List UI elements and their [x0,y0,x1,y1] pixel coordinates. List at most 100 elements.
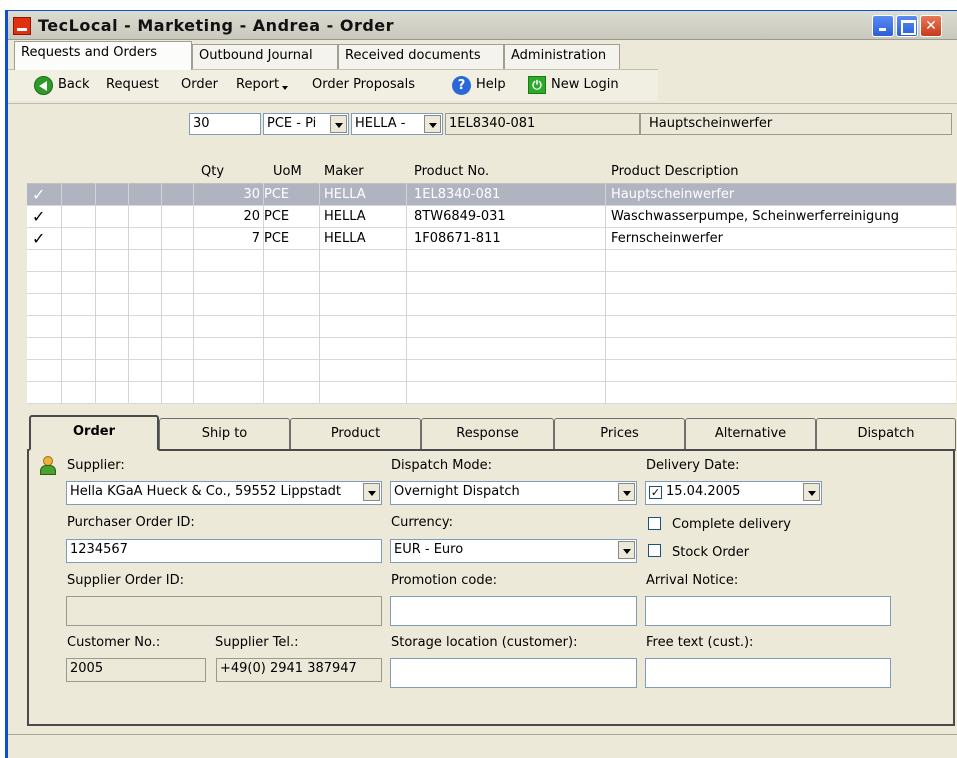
chevron-down-icon[interactable] [618,541,635,559]
chevron-down-icon[interactable] [803,483,820,501]
promotion-code-input[interactable] [390,596,637,626]
request-button[interactable]: Request [106,77,159,92]
delivery-date-picker[interactable]: ✓ 15.04.2005 [645,481,822,505]
checkmark-icon[interactable]: ✓ [32,185,45,204]
grid-divider [161,183,162,403]
tab-dispatch[interactable]: Dispatch [816,418,956,451]
main-tabbar: Requests and Orders Outbound Journal Rec… [8,41,957,70]
table-row[interactable] [27,382,956,404]
col-header-qty[interactable]: Qty [201,164,224,179]
checkmark-icon[interactable]: ✓ [32,207,45,226]
minimize-button[interactable] [872,15,894,37]
grid-divider [263,183,264,403]
maker-select[interactable]: HELLA - [351,113,443,135]
status-bar [8,734,957,758]
chevron-down-icon[interactable] [618,483,635,501]
tab-product[interactable]: Product [290,418,421,451]
grid-divider [406,183,407,403]
arrival-notice-input[interactable] [645,596,891,626]
table-row[interactable] [27,294,956,316]
tab-response[interactable]: Response [421,418,554,451]
col-header-uom[interactable]: UoM [273,164,302,179]
col-header-product-no[interactable]: Product No. [414,164,489,179]
col-header-description[interactable]: Product Description [611,164,739,179]
chevron-down-icon[interactable] [363,483,380,501]
table-row[interactable] [27,316,956,338]
storage-location-label: Storage location (customer): [391,635,578,650]
row-uom: PCE [264,231,290,246]
uom-select[interactable]: PCE - Pi [263,113,349,135]
table-row[interactable]: ✓ 20 PCE HELLA 8TW6849-031 Waschwasserpu… [27,206,956,228]
tab-outbound-journal[interactable]: Outbound Journal [192,44,338,69]
report-menu[interactable]: Report [236,77,289,92]
tab-administration[interactable]: Administration [504,44,620,69]
row-product-no: 8TW6849-031 [414,209,506,224]
order-button[interactable]: Order [181,77,218,92]
table-row[interactable]: ✓ 7 PCE HELLA 1F08671-811 Fernscheinwerf… [27,228,956,250]
currency-label: Currency: [391,515,454,530]
report-label: Report [236,77,280,92]
row-description: Hauptscheinwerfer [611,187,735,202]
table-row[interactable] [27,360,956,382]
supplier-select-value: Hella KGaA Hueck & Co., 59552 Lippstadt [70,484,342,499]
new-login-button[interactable]: New Login [551,77,619,92]
chevron-down-icon[interactable] [424,115,441,133]
grid-divider [193,183,194,403]
row-maker: HELLA [324,231,366,246]
help-button[interactable]: Help [476,77,506,92]
free-text-label: Free text (cust.): [646,635,754,650]
dispatch-mode-select-value: Overnight Dispatch [394,484,520,499]
close-button[interactable]: ✕ [920,15,942,37]
promotion-code-label: Promotion code: [391,573,498,588]
delivery-date-checkbox[interactable]: ✓ [649,486,662,499]
table-row[interactable]: ✓ 30 PCE HELLA 1EL8340-081 Hauptscheinwe… [27,184,956,206]
back-button[interactable]: Back [58,77,90,92]
currency-select-value: EUR - Euro [394,542,464,557]
table-row[interactable] [27,250,956,272]
title-bar[interactable]: TecLocal - Marketing - Andrea - Order ✕ [8,11,957,40]
row-description: Waschwasserpumpe, Scheinwerferreinigung [611,209,899,224]
tab-ship-to[interactable]: Ship to [159,418,290,451]
free-text-input[interactable] [645,658,891,688]
row-maker: HELLA [324,209,366,224]
purchaser-order-id-input[interactable]: 1234567 [66,539,382,563]
tab-order[interactable]: Order [29,415,159,451]
grid-divider [128,183,129,403]
tab-alternative[interactable]: Alternative [685,418,816,451]
tab-prices[interactable]: Prices [554,418,685,451]
order-proposals-button[interactable]: Order Proposals [312,77,415,92]
row-qty: 30 [243,187,260,202]
row-description: Fernscheinwerfer [611,231,724,246]
supplier-label: Supplier: [67,458,125,473]
arrival-notice-label: Arrival Notice: [646,573,739,588]
complete-delivery-checkbox[interactable] [648,517,661,530]
order-items-grid: ✓ 30 PCE HELLA 1EL8340-081 Hauptscheinwe… [27,183,956,404]
table-row[interactable] [27,338,956,360]
customer-no-field: 2005 [66,658,206,682]
delivery-date-value: 15.04.2005 [666,484,741,499]
checkmark-icon[interactable]: ✓ [32,229,45,248]
chevron-down-icon[interactable] [330,115,347,133]
purchaser-order-id-label: Purchaser Order ID: [67,515,195,530]
col-header-maker[interactable]: Maker [324,164,364,179]
tab-received-documents[interactable]: Received documents [338,44,504,69]
back-arrow-icon[interactable] [34,76,53,95]
table-row[interactable] [27,272,956,294]
qty-input[interactable]: 30 [189,113,261,135]
tab-requests-and-orders[interactable]: Requests and Orders [14,41,192,70]
storage-location-input[interactable] [390,658,637,688]
dispatch-mode-select[interactable]: Overnight Dispatch [390,481,637,505]
power-icon[interactable]: ⏻ [528,76,546,94]
row-product-no: 1F08671-811 [414,231,501,246]
stock-order-checkbox[interactable] [648,544,661,557]
maximize-button[interactable] [896,15,918,37]
currency-select[interactable]: EUR - Euro [390,539,637,563]
row-maker: HELLA [324,187,366,202]
toolbar: Back Request Order Report Order Proposal… [8,69,658,101]
help-icon[interactable]: ? [452,76,471,95]
grid-divider [605,183,606,403]
row-qty: 20 [243,209,260,224]
app-window: TecLocal - Marketing - Andrea - Order ✕ … [5,10,957,758]
row-qty: 7 [251,231,260,246]
supplier-select[interactable]: Hella KGaA Hueck & Co., 59552 Lippstadt [66,481,382,505]
